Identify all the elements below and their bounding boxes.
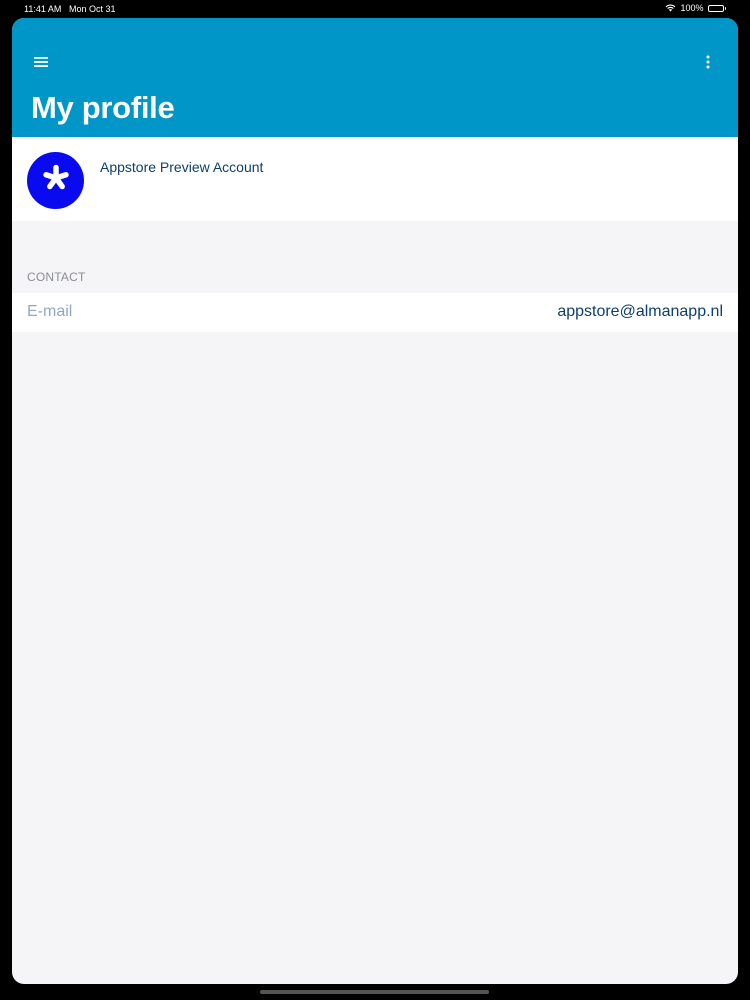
app-header: My profile bbox=[12, 18, 738, 137]
profile-name: Appstore Preview Account bbox=[100, 159, 264, 175]
profile-card: Appstore Preview Account bbox=[12, 137, 738, 221]
more-options-button[interactable] bbox=[700, 54, 716, 74]
section-header-label: CONTACT bbox=[27, 270, 86, 284]
email-value[interactable]: appstore@almanapp.nl bbox=[557, 303, 723, 321]
avatar bbox=[27, 152, 84, 209]
battery-percentage: 100% bbox=[680, 3, 704, 13]
email-label: E-mail bbox=[27, 303, 73, 320]
hamburger-menu-icon bbox=[33, 55, 49, 73]
status-time: 11:41 AM bbox=[24, 4, 62, 14]
status-bar: 11:41 AM Mon Oct 31 100% bbox=[0, 0, 750, 18]
battery-icon bbox=[707, 4, 726, 12]
wifi-icon bbox=[665, 4, 676, 12]
asterisk-icon bbox=[42, 164, 70, 197]
status-indicators: 100% bbox=[665, 3, 726, 13]
device-screen: 11:41 AM Mon Oct 31 100% My profile Apps… bbox=[0, 0, 750, 1000]
page-title: My profile bbox=[31, 90, 175, 125]
app-window: My profile Appstore Preview Account CONT… bbox=[12, 18, 738, 984]
status-date: Mon Oct 31 bbox=[69, 4, 116, 14]
menu-button[interactable] bbox=[30, 54, 52, 74]
more-vertical-icon bbox=[706, 55, 710, 74]
home-indicator[interactable] bbox=[260, 990, 489, 994]
contact-section-header: CONTACT bbox=[12, 221, 738, 293]
email-row[interactable]: E-mail appstore@almanapp.nl bbox=[12, 293, 738, 332]
